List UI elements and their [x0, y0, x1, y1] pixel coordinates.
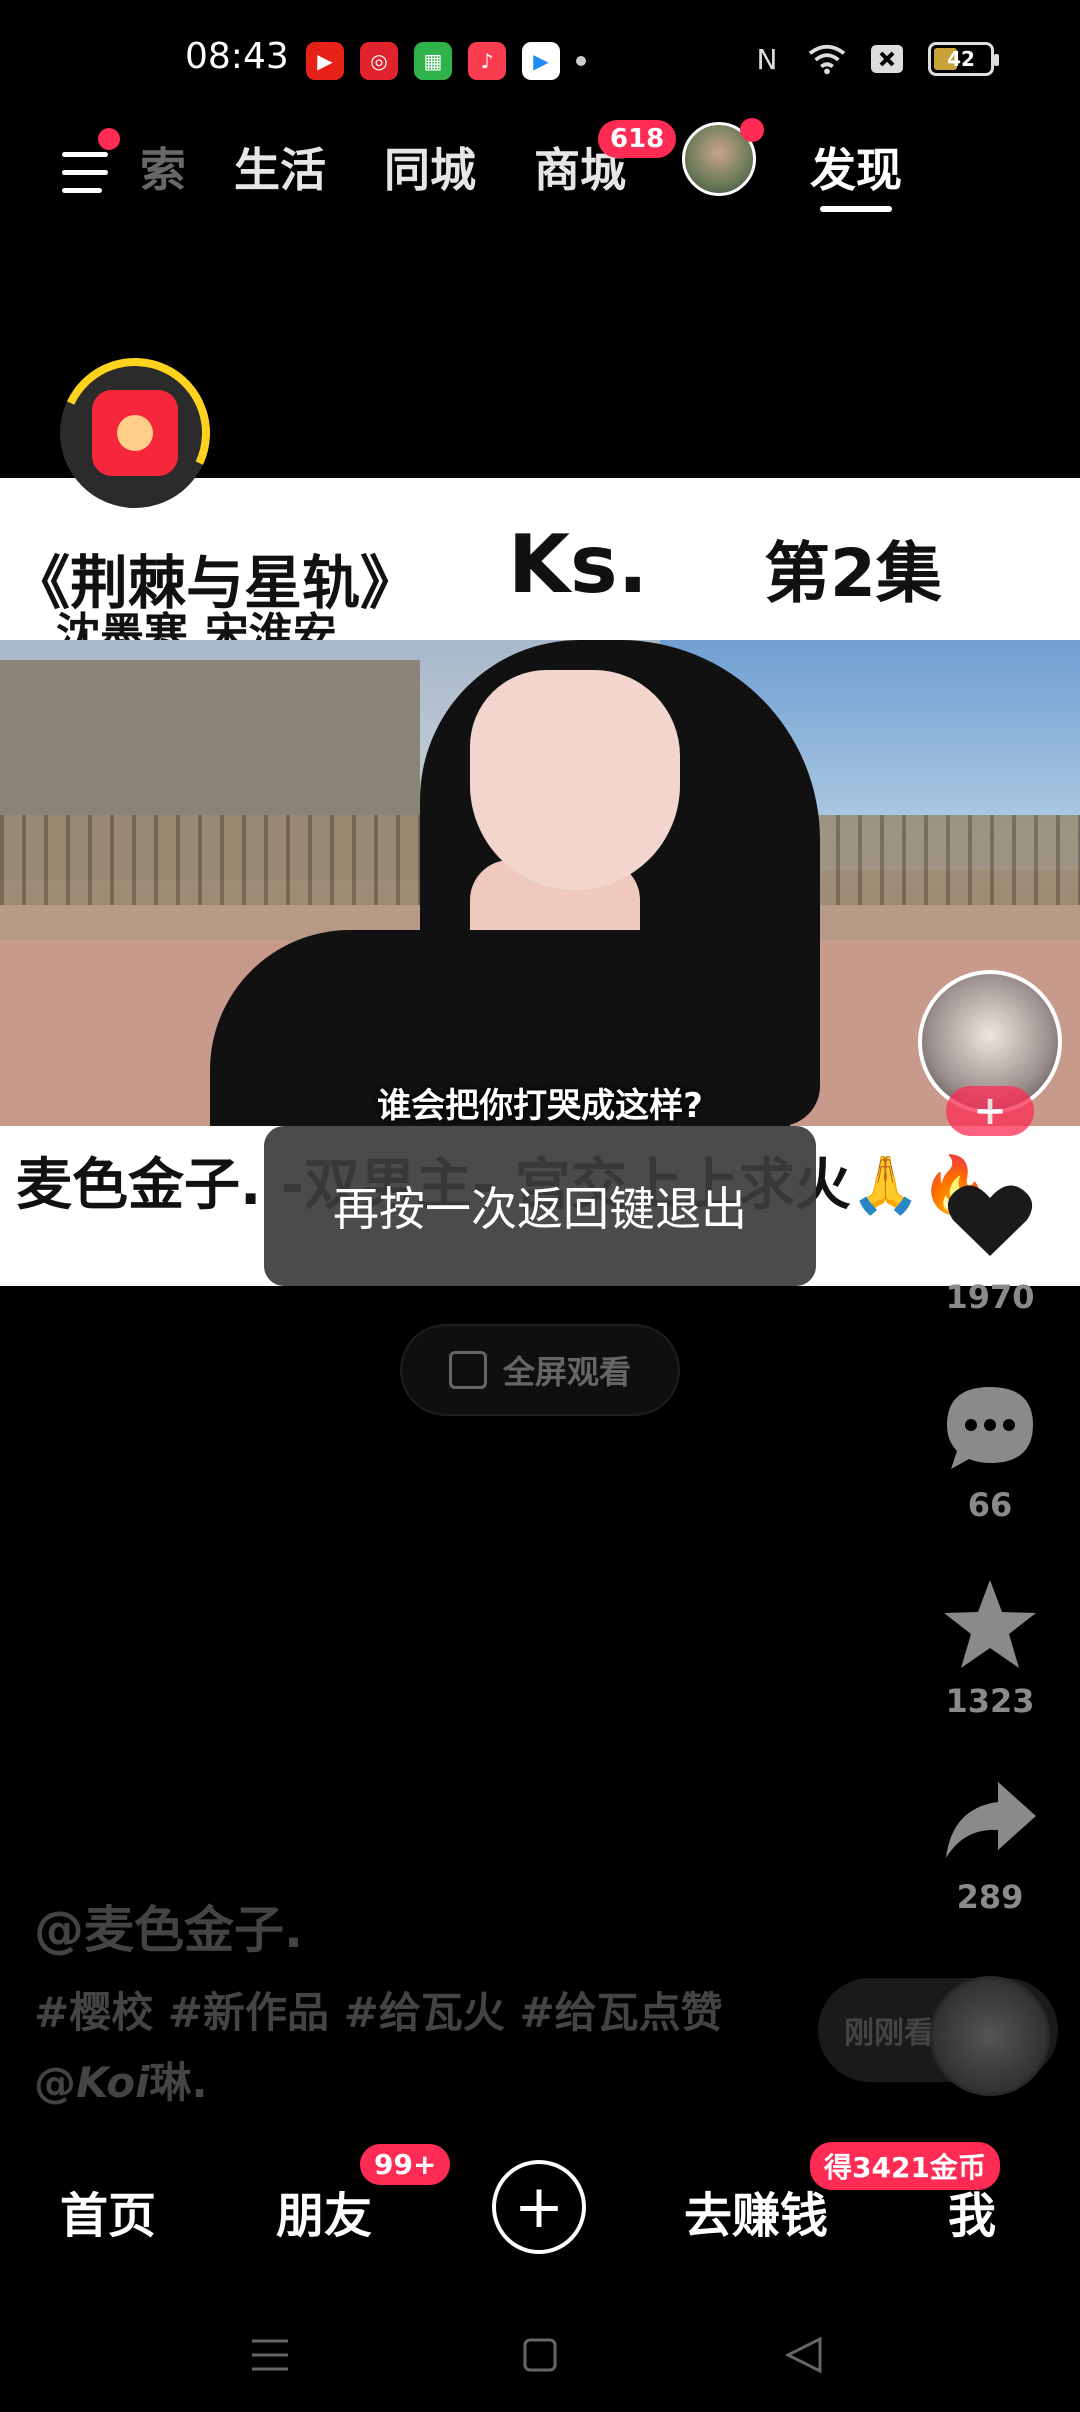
hashtag-line[interactable]: #樱校 #新作品 #给瓦火 #给瓦点赞 [34, 1978, 723, 2048]
like-action[interactable]: 1970 [920, 1170, 1060, 1316]
share-count: 289 [956, 1878, 1024, 1916]
mention-suffix: 琳. [149, 2058, 208, 2107]
home-icon[interactable] [510, 2330, 570, 2380]
app-icon-green: ▦ [414, 42, 452, 80]
video-app-icon: ▶ [522, 42, 560, 80]
youtube-music-icon: ▶ [306, 42, 344, 80]
battery-level: 42 [947, 47, 975, 71]
heart-icon [940, 1170, 1040, 1270]
fullscreen-label: 全屏观看 [502, 1353, 631, 1391]
status-time: 08:43 [185, 36, 289, 77]
battery-icon: 42 [928, 42, 999, 76]
tab-search[interactable]: 索 [140, 134, 186, 200]
comment-icon [940, 1378, 1040, 1478]
favorite-count: 1323 [945, 1682, 1035, 1720]
comment-count: 66 [967, 1486, 1013, 1524]
follow-button[interactable]: + [946, 1086, 1034, 1136]
sim-off-icon [868, 40, 906, 78]
notification-icons: ▶ ◎ ▦ ♪ ▶ [306, 42, 586, 80]
wifi-icon [808, 40, 846, 78]
ks-label: Ks. [508, 518, 648, 611]
tab-life[interactable]: 生活 [234, 134, 326, 200]
top-nav: 索 生活 同城 商城 618 发现 [0, 120, 1080, 230]
favorite-action[interactable]: 1323 [920, 1574, 1060, 1720]
mention-bold: Koi [76, 2058, 150, 2107]
nav-earn[interactable]: 去赚钱 [684, 2176, 828, 2246]
netease-icon: ◎ [360, 42, 398, 80]
fullscreen-button[interactable]: 全屏观看 [400, 1324, 680, 1416]
tab-local[interactable]: 同城 [384, 134, 476, 200]
star-icon [940, 1574, 1040, 1674]
music-icon: ♪ [468, 42, 506, 80]
menu-notification-dot [98, 128, 120, 150]
friends-badge: 99+ [360, 2144, 451, 2185]
mall-badge: 618 [598, 120, 677, 158]
nav-me[interactable]: 我 [948, 2176, 996, 2246]
nfc-icon: N [756, 42, 778, 76]
tab-discover[interactable]: 发现 [810, 134, 902, 200]
nav-home[interactable]: 首页 [60, 2176, 156, 2246]
create-button[interactable]: + [492, 2160, 586, 2254]
more-notifications-dot [576, 56, 586, 66]
mention-line[interactable]: @Koi琳. [34, 2048, 723, 2118]
live-avatar-dot [740, 118, 764, 142]
active-tab-indicator [820, 206, 892, 212]
back-icon[interactable] [774, 2330, 834, 2380]
mention-prefix: @ [34, 2058, 76, 2107]
comment-action[interactable]: 66 [920, 1378, 1060, 1524]
system-nav-bar [0, 2300, 1080, 2412]
recent-apps-icon[interactable] [240, 2330, 300, 2380]
episode-label: 第2集 [764, 535, 942, 612]
nav-friends[interactable]: 朋友 [276, 2176, 372, 2246]
caption-tags: #樱校 #新作品 #给瓦火 #给瓦点赞 @Koi琳. [34, 1978, 723, 2118]
plus-icon: + [513, 2172, 565, 2242]
share-icon [940, 1770, 1040, 1870]
video-subtitle: 谁会把你打哭成这样? [377, 1086, 703, 1126]
character-face [470, 670, 680, 890]
recently-viewed-avatar[interactable] [930, 1976, 1050, 2096]
fullscreen-icon [448, 1351, 487, 1389]
exit-toast: 再按一次返回键退出 [264, 1126, 816, 1286]
status-right: N 42 [748, 40, 999, 78]
status-bar: 08:43 ▶ ◎ ▦ ♪ ▶ N 42 [0, 0, 1080, 120]
author-handle[interactable]: @麦色金子. [34, 1890, 303, 1962]
bottom-nav: 首页 朋友 99+ + 去赚钱 得3421金币 我 [0, 2142, 1080, 2270]
share-action[interactable]: 289 [920, 1770, 1060, 1916]
red-packet-icon [92, 390, 178, 476]
like-count: 1970 [945, 1278, 1035, 1316]
